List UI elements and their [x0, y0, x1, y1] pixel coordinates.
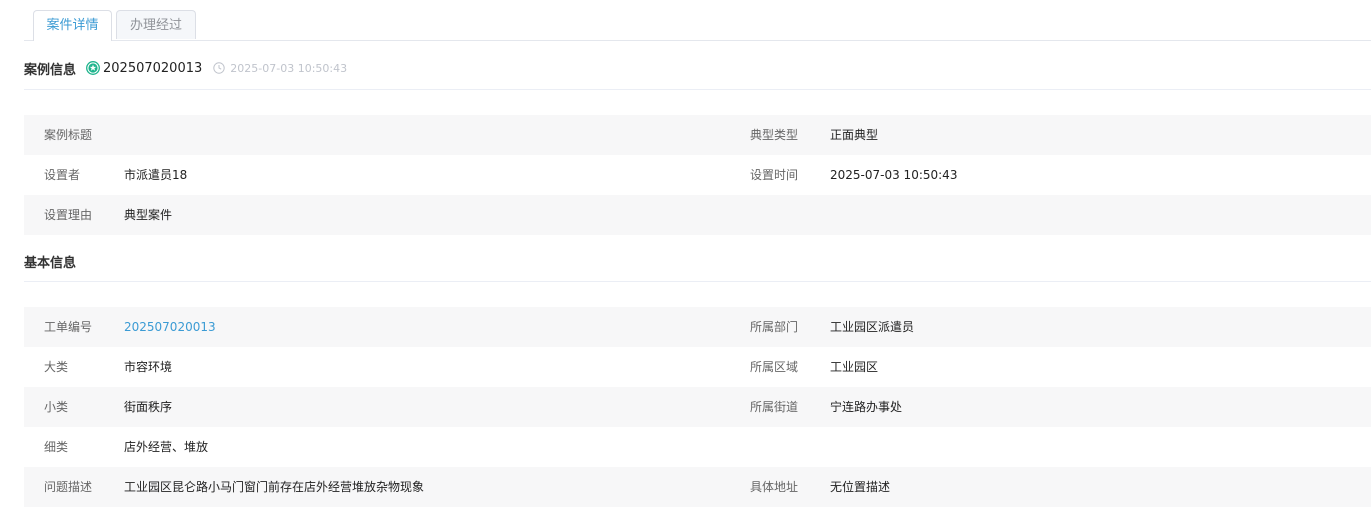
field-label: 设置理由 [44, 208, 93, 222]
field-value: 店外经营、堆放 [124, 440, 209, 454]
case-info-title: 案例信息 [24, 62, 77, 78]
field-value: 宁连路办事处 [830, 400, 903, 414]
case-id-group: 202507020013 [86, 61, 202, 76]
field-label: 小类 [44, 400, 69, 414]
field-value: 市容环境 [124, 360, 173, 374]
field-value: 典型案件 [124, 208, 173, 222]
field-label: 大类 [44, 360, 69, 374]
field-value: 工业园区 [830, 360, 879, 374]
table-row: 设置理由 典型案件 [24, 195, 1371, 235]
field-value: 无位置描述 [830, 480, 891, 494]
table-row: 问题描述 工业园区昆仑路小马门窗门前存在店外经营堆放杂物现象 具体地址 无位置描… [24, 467, 1371, 507]
work-order-link[interactable]: 202507020013 [124, 307, 216, 347]
divider [24, 89, 1371, 90]
basic-info-title: 基本信息 [24, 255, 77, 271]
field-label: 设置者 [44, 168, 81, 182]
clock-icon [213, 62, 225, 74]
basic-info-header: 基本信息 [24, 249, 1371, 273]
field-value: 街面秩序 [124, 400, 173, 414]
field-value: 2025-07-03 10:50:43 [830, 168, 958, 182]
detail-tabs: 案件详情 办理经过 [24, 10, 1371, 41]
field-label: 细类 [44, 440, 69, 454]
case-timestamp: 2025-07-03 10:50:43 [230, 61, 348, 75]
case-info-table: 案例标题 典型类型 正面典型 设置者 市派遣员18 设置时间 2025-07-0… [24, 115, 1371, 235]
field-label: 所属街道 [750, 400, 799, 414]
field-label: 所属区域 [750, 360, 799, 374]
table-row: 细类 店外经营、堆放 [24, 427, 1371, 467]
case-id: 202507020013 [103, 60, 203, 76]
table-row: 小类 街面秩序 所属街道 宁连路办事处 [24, 387, 1371, 427]
field-label: 案例标题 [44, 128, 93, 142]
tab-handling-process[interactable]: 办理经过 [116, 10, 196, 39]
field-label: 设置时间 [750, 168, 799, 182]
field-value: 工业园区派遣员 [830, 320, 915, 334]
table-row: 大类 市容环境 所属区域 工业园区 [24, 347, 1371, 387]
field-label: 工单编号 [44, 320, 93, 334]
case-time-group: 2025-07-03 10:50:43 [213, 62, 347, 75]
field-label: 典型类型 [750, 128, 799, 142]
field-label: 所属部门 [750, 320, 799, 334]
field-label: 具体地址 [750, 480, 799, 494]
case-info-header: 案例信息 202507020013 2025-07-03 10:50:43 [24, 56, 1371, 80]
table-row: 案例标题 典型类型 正面典型 [24, 115, 1371, 155]
field-value: 正面典型 [830, 128, 879, 142]
field-value: 市派遣员18 [124, 168, 188, 182]
field-label: 问题描述 [44, 480, 93, 494]
field-value: 工业园区昆仑路小马门窗门前存在店外经营堆放杂物现象 [124, 480, 425, 494]
divider [24, 281, 1371, 282]
table-row: 工单编号 202507020013 所属部门 工业园区派遣员 [24, 307, 1371, 347]
star-badge-icon [86, 61, 100, 75]
basic-info-table: 工单编号 202507020013 所属部门 工业园区派遣员 大类 市容环境 所… [24, 307, 1371, 507]
tab-case-detail[interactable]: 案件详情 [33, 10, 112, 41]
table-row: 设置者 市派遣员18 设置时间 2025-07-03 10:50:43 [24, 155, 1371, 195]
